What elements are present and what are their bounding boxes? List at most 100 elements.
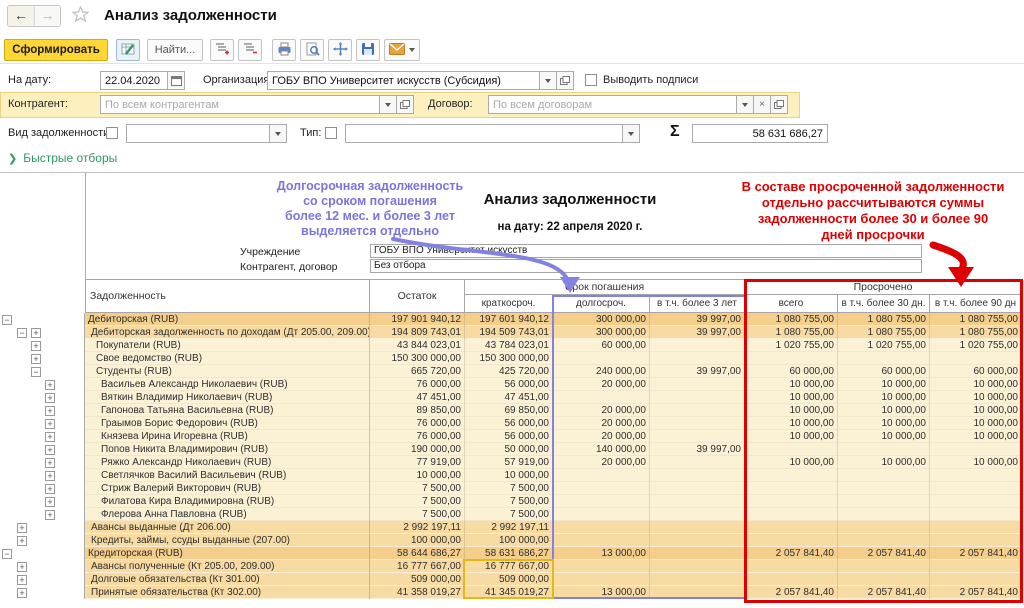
value-cell[interactable]: 300 000,00: [553, 313, 650, 326]
value-cell[interactable]: [650, 482, 745, 495]
collapse-node-icon[interactable]: −: [2, 315, 12, 325]
value-cell[interactable]: 7 500,00: [465, 482, 553, 495]
table-row[interactable]: +Покупатели (RUB)43 844 023,0143 784 023…: [0, 339, 1022, 352]
debt-name-cell[interactable]: Дебиторская (RUB): [85, 313, 370, 326]
value-cell[interactable]: 10 000,00: [930, 417, 1022, 430]
organization-input[interactable]: [267, 71, 540, 90]
value-cell[interactable]: 60 000,00: [930, 365, 1022, 378]
debt-name-cell[interactable]: Ряжко Александр Николаевич (RUB): [85, 456, 370, 469]
value-cell[interactable]: 10 000,00: [838, 417, 930, 430]
value-cell[interactable]: 197 901 940,12: [370, 313, 465, 326]
report-settings-button[interactable]: [116, 39, 140, 61]
expand-node-icon[interactable]: +: [45, 497, 55, 507]
column-group-term[interactable]: Срок погашения: [465, 280, 745, 295]
value-cell[interactable]: 10 000,00: [930, 391, 1022, 404]
value-cell[interactable]: 100 000,00: [465, 534, 553, 547]
value-cell[interactable]: [650, 352, 745, 365]
date-input[interactable]: [100, 71, 168, 90]
table-row[interactable]: +Гапонова Татьяна Васильевна (RUB)89 850…: [0, 404, 1022, 417]
expand-node-icon[interactable]: +: [45, 393, 55, 403]
value-cell[interactable]: [650, 404, 745, 417]
collapse-node-icon[interactable]: −: [31, 367, 41, 377]
value-cell[interactable]: [838, 443, 930, 456]
organization-open-button[interactable]: [556, 71, 574, 90]
value-cell[interactable]: [838, 469, 930, 482]
table-row[interactable]: +Филатова Кира Владимировна (RUB)7 500,0…: [0, 495, 1022, 508]
value-cell[interactable]: 7 500,00: [370, 482, 465, 495]
contragent-open-button[interactable]: [396, 95, 414, 114]
value-cell[interactable]: 89 850,00: [370, 404, 465, 417]
value-cell[interactable]: 13 000,00: [553, 547, 650, 560]
value-cell[interactable]: [553, 521, 650, 534]
value-cell[interactable]: 7 500,00: [370, 508, 465, 521]
value-cell[interactable]: 10 000,00: [745, 404, 838, 417]
column-header-dolgo[interactable]: долгосроч.: [553, 295, 650, 313]
expand-node-icon[interactable]: +: [45, 458, 55, 468]
value-cell[interactable]: 197 601 940,12: [465, 313, 553, 326]
expand-node-icon[interactable]: +: [17, 562, 27, 572]
value-cell[interactable]: [838, 482, 930, 495]
value-cell[interactable]: [930, 469, 1022, 482]
expand-node-icon[interactable]: +: [17, 588, 27, 598]
column-header-vsego[interactable]: всего: [745, 295, 838, 313]
value-cell[interactable]: 76 000,00: [370, 378, 465, 391]
type-checkbox[interactable]: [325, 127, 337, 139]
value-cell[interactable]: [930, 482, 1022, 495]
value-cell[interactable]: 2 057 841,40: [745, 586, 838, 599]
value-cell[interactable]: 43 784 023,01: [465, 339, 553, 352]
find-button[interactable]: Найти...: [147, 39, 203, 61]
debt-name-cell[interactable]: Светлячков Василий Васильевич (RUB): [85, 469, 370, 482]
expand-node-icon[interactable]: +: [45, 471, 55, 481]
table-row[interactable]: +Долговые обязательства (Кт 301.00)509 0…: [0, 573, 1022, 586]
debt-name-cell[interactable]: Попов Никита Владимирович (RUB): [85, 443, 370, 456]
forward-button[interactable]: →: [34, 6, 60, 26]
value-cell[interactable]: [745, 352, 838, 365]
organization-dropdown-button[interactable]: [539, 71, 557, 90]
debt-name-cell[interactable]: Кредиторская (RUB): [85, 547, 370, 560]
favorite-star-icon[interactable]: [72, 6, 89, 27]
value-cell[interactable]: [650, 508, 745, 521]
table-row[interactable]: +Свое ведомство (RUB)150 300 000,00150 3…: [0, 352, 1022, 365]
value-cell[interactable]: 76 000,00: [370, 430, 465, 443]
value-cell[interactable]: [838, 560, 930, 573]
debt-name-cell[interactable]: Кредиты, займы, ссуды выданные (207.00): [85, 534, 370, 547]
value-cell[interactable]: 10 000,00: [930, 456, 1022, 469]
value-cell[interactable]: [838, 508, 930, 521]
value-cell[interactable]: 300 000,00: [553, 326, 650, 339]
value-cell[interactable]: [553, 560, 650, 573]
expand-node-icon[interactable]: +: [17, 536, 27, 546]
column-header-bolee3[interactable]: в т.ч. более 3 лет: [650, 295, 745, 313]
value-cell[interactable]: 57 919,00: [465, 456, 553, 469]
print-button[interactable]: [272, 39, 296, 61]
expand-node-icon[interactable]: +: [31, 341, 41, 351]
value-cell[interactable]: [838, 534, 930, 547]
value-cell[interactable]: [650, 456, 745, 469]
value-cell[interactable]: [745, 443, 838, 456]
expand-node-icon[interactable]: +: [17, 523, 27, 533]
contract-dropdown-button[interactable]: [736, 95, 754, 114]
value-cell[interactable]: [650, 430, 745, 443]
value-cell[interactable]: 10 000,00: [930, 404, 1022, 417]
value-cell[interactable]: [553, 469, 650, 482]
debt-name-cell[interactable]: Стриж Валерий Викторович (RUB): [85, 482, 370, 495]
value-cell[interactable]: 7 500,00: [465, 495, 553, 508]
debt-name-cell[interactable]: Авансы полученные (Кт 205.00, 209.00): [85, 560, 370, 573]
value-cell[interactable]: 2 992 197,11: [465, 521, 553, 534]
value-cell[interactable]: [553, 573, 650, 586]
value-cell[interactable]: [838, 495, 930, 508]
debt-type-dropdown-button[interactable]: [269, 124, 287, 143]
value-cell[interactable]: [553, 534, 650, 547]
value-cell[interactable]: [745, 560, 838, 573]
value-cell[interactable]: 509 000,00: [465, 573, 553, 586]
value-cell[interactable]: [553, 482, 650, 495]
value-cell[interactable]: 2 057 841,40: [838, 547, 930, 560]
value-cell[interactable]: 425 720,00: [465, 365, 553, 378]
value-cell[interactable]: 60 000,00: [745, 365, 838, 378]
debt-name-cell[interactable]: Долговые обязательства (Кт 301.00): [85, 573, 370, 586]
table-row[interactable]: + Кредиты, займы, ссуды выданные (207.00)…: [0, 534, 1022, 547]
contragent-dropdown-button[interactable]: [379, 95, 397, 114]
value-cell[interactable]: 1 080 755,00: [745, 313, 838, 326]
value-cell[interactable]: [650, 586, 745, 599]
value-cell[interactable]: 10 000,00: [745, 391, 838, 404]
contragent-input[interactable]: [100, 95, 380, 114]
